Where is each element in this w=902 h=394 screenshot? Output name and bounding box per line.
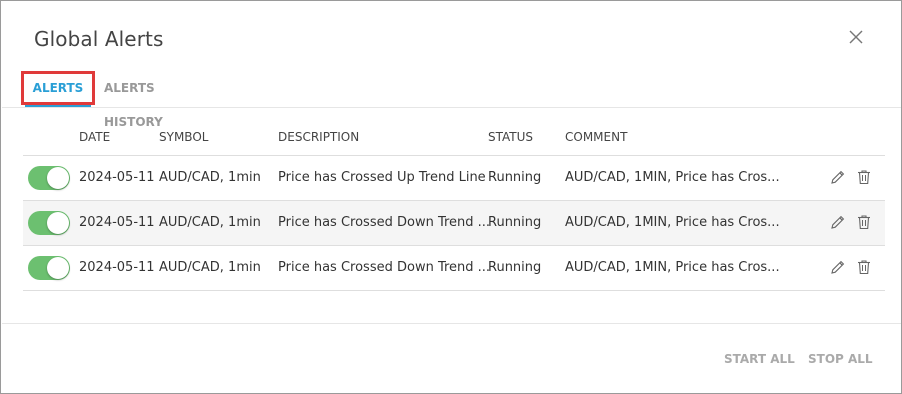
pencil-icon xyxy=(831,260,845,274)
toggle-knob xyxy=(47,257,69,279)
cell-comment: AUD/CAD, 1MIN, Price has Cros... xyxy=(565,215,780,230)
dialog-title: Global Alerts xyxy=(34,27,164,51)
cell-status: Running xyxy=(488,260,542,275)
tab-alerts-history[interactable]: ALERTS HISTORY xyxy=(104,71,163,129)
cell-symbol: AUD/CAD, 1min xyxy=(159,170,261,185)
global-alerts-dialog: Global Alerts ALERTS ALERTS HISTORY DATE… xyxy=(0,0,902,394)
pencil-icon xyxy=(831,215,845,229)
toggle-knob xyxy=(47,212,69,234)
start-all-button[interactable]: START ALL xyxy=(724,352,795,366)
cell-status: Running xyxy=(488,215,542,230)
cell-description: Price has Crossed Up Trend Line xyxy=(278,170,486,185)
cell-date: 2024-05-11 xyxy=(79,260,155,275)
trash-icon xyxy=(858,170,870,185)
header-symbol: SYMBOL xyxy=(159,130,209,144)
alert-enabled-toggle[interactable] xyxy=(28,211,70,235)
trash-icon xyxy=(858,215,870,230)
close-button[interactable] xyxy=(844,25,868,49)
edit-button[interactable] xyxy=(829,213,847,231)
toggle-knob xyxy=(47,167,69,189)
stop-all-button[interactable]: STOP ALL xyxy=(808,352,873,366)
delete-button[interactable] xyxy=(855,258,873,276)
pencil-icon xyxy=(831,170,845,184)
tabs-divider xyxy=(2,107,901,108)
cell-date: 2024-05-11 xyxy=(79,170,155,185)
footer-divider xyxy=(2,323,901,324)
cell-status: Running xyxy=(488,170,542,185)
table-row[interactable]: 2024-05-11 AUD/CAD, 1min Price has Cross… xyxy=(23,245,885,291)
close-icon xyxy=(849,30,863,44)
header-date: DATE xyxy=(79,130,111,144)
cell-date: 2024-05-11 xyxy=(79,215,155,230)
alerts-table: DATE SYMBOL DESCRIPTION STATUS COMMENT 2… xyxy=(23,117,885,291)
alert-enabled-toggle[interactable] xyxy=(28,256,70,280)
delete-button[interactable] xyxy=(855,213,873,231)
cell-description: Price has Crossed Down Trend ... xyxy=(278,215,491,230)
cell-comment: AUD/CAD, 1MIN, Price has Cros... xyxy=(565,260,780,275)
header-description: DESCRIPTION xyxy=(278,130,360,144)
trash-icon xyxy=(858,260,870,275)
tab-alerts[interactable]: ALERTS xyxy=(21,71,95,105)
cell-symbol: AUD/CAD, 1min xyxy=(159,215,261,230)
header-comment: COMMENT xyxy=(565,130,628,144)
edit-button[interactable] xyxy=(829,258,847,276)
cell-symbol: AUD/CAD, 1min xyxy=(159,260,261,275)
edit-button[interactable] xyxy=(829,168,847,186)
delete-button[interactable] xyxy=(855,168,873,186)
table-row[interactable]: 2024-05-11 AUD/CAD, 1min Price has Cross… xyxy=(23,200,885,245)
table-row[interactable]: 2024-05-11 AUD/CAD, 1min Price has Cross… xyxy=(23,155,885,200)
table-header: DATE SYMBOL DESCRIPTION STATUS COMMENT xyxy=(23,117,885,155)
header-status: STATUS xyxy=(488,130,534,144)
alert-enabled-toggle[interactable] xyxy=(28,166,70,190)
cell-description: Price has Crossed Down Trend ... xyxy=(278,260,491,275)
cell-comment: AUD/CAD, 1MIN, Price has Cros... xyxy=(565,170,780,185)
